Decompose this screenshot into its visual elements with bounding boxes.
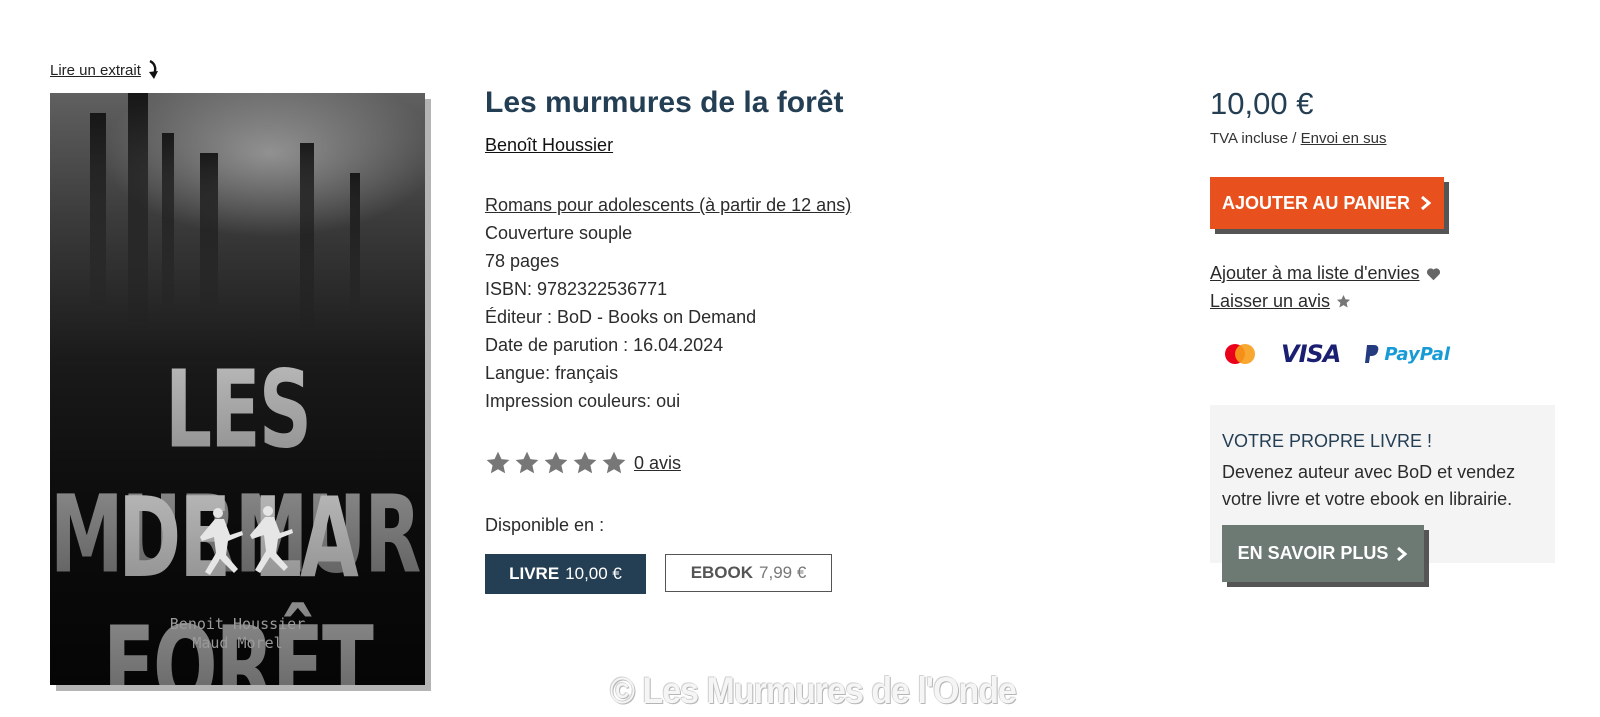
shipping-link[interactable]: Envoi en sus xyxy=(1301,130,1387,147)
cover-author-2: Maud Morel xyxy=(192,634,283,652)
language-text: Langue: français xyxy=(485,363,619,383)
add-to-cart-button[interactable]: AJOUTER AU PANIER xyxy=(1210,177,1444,229)
learn-more-label: EN SAVOIR PLUS xyxy=(1237,543,1389,563)
format-price: 10,00 € xyxy=(565,564,622,583)
leave-review-link[interactable]: Laisser un avis xyxy=(1210,291,1330,312)
read-excerpt-label: Lire un extrait xyxy=(50,61,141,79)
promo-box: VOTRE PROPRE LIVRE ! Devenez auteur avec… xyxy=(1210,405,1555,587)
book-title: Les murmures de la forêt xyxy=(485,86,844,119)
book-cover[interactable]: LES MURMURES DE LA FORÊT Benoit Houssier… xyxy=(50,93,431,691)
wishlist-link[interactable]: Ajouter à ma liste d'envies xyxy=(1210,263,1420,284)
star-icon xyxy=(515,451,539,474)
star-icon xyxy=(544,451,568,474)
watermark: © Les Murmures de l'Onde xyxy=(610,670,1017,712)
format-name: LIVRE xyxy=(509,564,560,583)
format-price: 7,99 € xyxy=(759,563,807,582)
publication-date-text: Date de parution : 16.04.2024 xyxy=(485,335,724,355)
add-to-cart-label: AJOUTER AU PANIER xyxy=(1221,192,1410,213)
binding-text: Couverture souple xyxy=(485,223,633,243)
format-livre-button[interactable]: LIVRE 10,00 € xyxy=(485,554,646,594)
book-details: Romans pour adolescents (à partir de 12 … xyxy=(485,191,851,415)
mastercard-icon xyxy=(1225,344,1255,364)
runners-illustration xyxy=(200,506,293,575)
publisher-text: Éditeur : BoD - Books on Demand xyxy=(485,307,757,327)
promo-title: VOTRE PROPRE LIVRE ! xyxy=(1222,431,1433,451)
price: 10,00 € xyxy=(1210,86,1314,121)
paypal-icon xyxy=(1365,345,1379,363)
leave-review: Laisser un avis xyxy=(1210,291,1351,312)
payment-methods: VISA PayPal xyxy=(1223,340,1450,368)
tax-text: TVA incluse / xyxy=(1210,130,1301,147)
arrow-down-icon xyxy=(148,60,158,79)
paypal-logo: PayPal xyxy=(1364,344,1450,365)
color-print-text: Impression couleurs: oui xyxy=(485,391,681,411)
format-ebook-button[interactable]: EBOOK 7,99 € xyxy=(665,554,832,592)
rating: 0 avis xyxy=(485,450,681,476)
isbn-text: ISBN: 9782322536771 xyxy=(485,279,668,299)
chevron-right-icon xyxy=(1421,195,1432,211)
category-link[interactable]: Romans pour adolescents (à partir de 12 … xyxy=(485,191,851,219)
format-name: EBOOK xyxy=(690,563,754,582)
pages-text: 78 pages xyxy=(485,251,560,271)
reviews-count-link[interactable]: 0 avis xyxy=(634,453,681,474)
star-icon xyxy=(1337,294,1351,308)
read-excerpt-link[interactable]: Lire un extrait xyxy=(50,60,161,80)
paypal-label: PayPal xyxy=(1384,343,1451,365)
cover-image: LES MURMURES DE LA FORÊT Benoit Houssier… xyxy=(50,93,425,685)
heart-icon xyxy=(1426,267,1440,280)
star-icon xyxy=(602,451,626,474)
tax-info: TVA incluse / Envoi en sus xyxy=(1210,130,1386,147)
wishlist: Ajouter à ma liste d'envies xyxy=(1210,263,1441,284)
learn-more-button[interactable]: EN SAVOIR PLUS xyxy=(1222,525,1424,582)
availability-label: Disponible en : xyxy=(485,515,605,535)
promo-text: Devenez auteur avec BoD et vendez votre … xyxy=(1222,462,1516,509)
star-icon xyxy=(486,451,510,474)
cover-author-1: Benoit Houssier xyxy=(169,615,306,633)
star-icon xyxy=(573,451,597,474)
chevron-right-icon xyxy=(1397,546,1408,561)
visa-logo: VISA xyxy=(1281,340,1341,368)
author-link[interactable]: Benoît Houssier xyxy=(485,135,613,156)
